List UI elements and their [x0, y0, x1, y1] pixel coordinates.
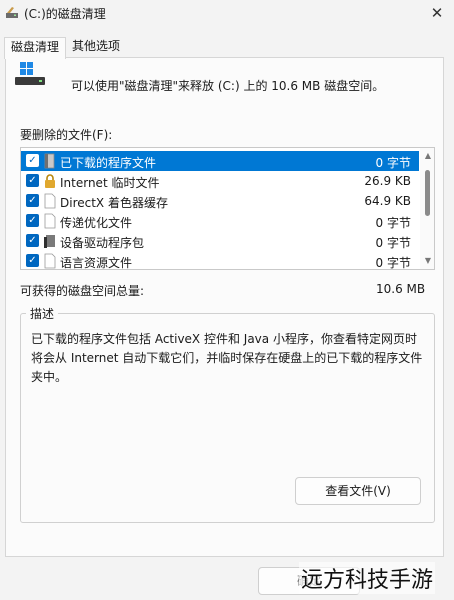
checkbox[interactable]: ✓ [26, 254, 39, 267]
description-legend: 描述 [26, 305, 59, 322]
file-size: 0 字节 [375, 216, 411, 230]
tab-other-options[interactable]: 其他选项 [66, 37, 126, 57]
file-icon [44, 253, 56, 269]
list-item[interactable]: ✓ Internet 临时文件 26.9 KB [21, 171, 419, 191]
file-size: 0 字节 [375, 156, 411, 170]
list-item[interactable]: ✓ DirectX 着色器缓存 64.9 KB [21, 191, 419, 211]
checkbox[interactable]: ✓ [26, 214, 39, 227]
file-name: 传递优化文件 [60, 216, 133, 230]
description-text: 已下载的程序文件包括 ActiveX 控件和 Java 小程序，你查看特定网页时… [31, 332, 423, 384]
title-bar: (C:)的磁盘清理 ✕ [0, 0, 454, 28]
intro-text: 可以使用"磁盘清理"来释放 (C:) 上的 10.6 MB 磁盘空间。 [71, 79, 385, 93]
file-name: 设备驱动程序包 [60, 236, 145, 250]
file-size: 0 字节 [375, 236, 411, 250]
files-list[interactable]: ✓ 已下载的程序文件 0 字节 ✓ Internet 临时文件 26.9 KB … [20, 147, 435, 270]
tab-disk-cleanup[interactable]: 磁盘清理 [4, 37, 67, 59]
checkbox[interactable]: ✓ [26, 234, 39, 247]
list-item[interactable]: ✓ 设备驱动程序包 0 字节 [21, 231, 419, 251]
checkbox[interactable]: ✓ [26, 154, 39, 167]
file-name: 语言资源文件 [60, 256, 133, 270]
lock-icon [45, 174, 55, 188]
file-size: 0 字节 [375, 256, 411, 270]
file-icon [44, 213, 56, 229]
scrollbar-thumb[interactable] [425, 170, 430, 216]
list-item[interactable]: ✓ 已下载的程序文件 0 字节 [21, 151, 419, 171]
file-icon [44, 193, 56, 209]
list-item[interactable]: ✓ 语言资源文件 0 字节 [21, 251, 419, 270]
scrollbar[interactable]: ▲ ▼ [420, 148, 434, 269]
checkbox[interactable]: ✓ [26, 174, 39, 187]
scroll-down-arrow-icon[interactable]: ▼ [425, 256, 431, 265]
window-title: (C:)的磁盘清理 [24, 7, 106, 21]
file-name: 已下载的程序文件 [60, 156, 157, 170]
close-button[interactable]: ✕ [420, 0, 454, 26]
disk-cleanup-icon [6, 7, 18, 18]
total-space-value: 10.6 MB [376, 282, 426, 296]
scroll-up-arrow-icon[interactable]: ▲ [425, 151, 431, 160]
watermark-text: 远方科技手游 [299, 562, 436, 594]
folder-icon [44, 153, 55, 169]
files-label: 要删除的文件(F): [20, 128, 113, 142]
checkbox[interactable]: ✓ [26, 194, 39, 207]
file-size: 64.9 KB [364, 194, 411, 208]
drive-icon [15, 62, 45, 85]
list-item[interactable]: ✓ 传递优化文件 0 字节 [21, 211, 419, 231]
package-icon [44, 235, 55, 248]
close-icon: ✕ [430, 4, 444, 22]
view-files-button[interactable]: 查看文件(V) [295, 477, 421, 505]
file-name: DirectX 着色器缓存 [60, 196, 168, 210]
total-space-label: 可获得的磁盘空间总量: [20, 284, 145, 298]
file-name: Internet 临时文件 [60, 176, 160, 190]
file-size: 26.9 KB [364, 174, 411, 188]
